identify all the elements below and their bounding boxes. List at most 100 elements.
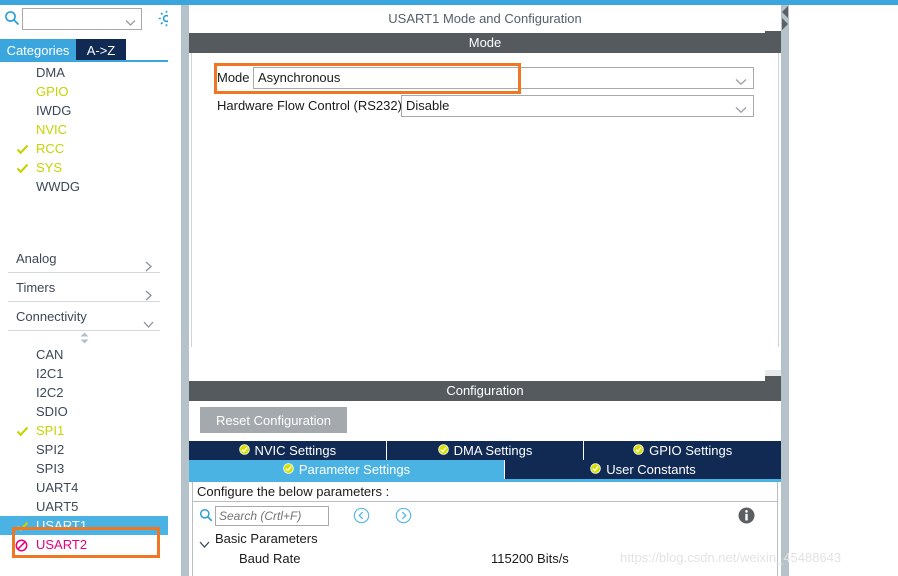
group-label: Connectivity — [16, 309, 87, 324]
tab-parameter-settings-label: Parameter Settings — [298, 462, 411, 477]
tab-categories-label: Categories — [6, 42, 70, 58]
gear-icon — [158, 10, 168, 27]
sidebar-item-dma[interactable]: DMA — [0, 63, 168, 82]
tab-gpio-settings[interactable]: GPIO Settings — [584, 441, 782, 460]
check-badge-icon — [590, 462, 601, 477]
horizontal-splitter[interactable] — [189, 347, 781, 381]
configuration-header-edge-accent — [765, 376, 781, 396]
check-icon — [16, 142, 29, 155]
sidebar-item-spi1[interactable]: SPI1 — [0, 421, 168, 440]
hardware-flow-control-select[interactable]: Disable — [401, 95, 754, 117]
mode-header-edge-accent — [765, 31, 781, 51]
sidebar-item-i2c1[interactable]: I2C1 — [0, 364, 168, 383]
tab-dma-settings[interactable]: DMA Settings — [386, 441, 585, 460]
sidebar-splitter[interactable] — [181, 5, 189, 576]
sidebar-item-sdio[interactable]: SDIO — [0, 402, 168, 421]
configuration-main-panel: USART1 Mode and Configuration Mode Mode … — [189, 5, 782, 576]
search-icon — [4, 10, 20, 26]
peripheral-label: I2C1 — [36, 366, 64, 381]
peripheral-label: NVIC — [36, 122, 68, 137]
parameter-search-input[interactable] — [215, 506, 329, 526]
check-icon — [16, 424, 29, 437]
peripheral-label: SPI2 — [36, 442, 65, 457]
hardware-flow-control-value: Disable — [406, 98, 450, 113]
sidebar-item-can[interactable]: CAN — [0, 345, 168, 364]
peripheral-label: SPI3 — [36, 461, 65, 476]
mode-label: Mode — [217, 70, 250, 85]
hardware-flow-control-row: Hardware Flow Control (RS232) Disable — [192, 95, 778, 117]
peripheral-label: USART1 — [36, 518, 88, 533]
sidebar-group-connectivity[interactable]: Connectivity — [8, 302, 160, 331]
group-label: Timers — [16, 280, 56, 295]
mode-row: Mode Asynchronous — [192, 67, 778, 89]
tab-a-to-z[interactable]: A->Z — [76, 39, 126, 61]
previous-match-button[interactable] — [353, 507, 370, 527]
tab-user-constants[interactable]: User Constants — [505, 460, 781, 479]
list-scroll-arrows[interactable] — [0, 331, 168, 345]
group-label: Analog — [16, 251, 57, 266]
configuration-tabs-row-1: NVIC Settings DMA Settings GPIO Settings — [189, 441, 782, 460]
sidebar-item-rcc[interactable]: RCC — [0, 139, 168, 158]
tree-label: Basic Parameters — [215, 531, 318, 546]
check-badge-icon — [437, 443, 449, 458]
sidebar-item-nvic[interactable]: NVIC — [0, 120, 168, 139]
sidebar-item-usart1[interactable]: USART1 — [0, 516, 168, 535]
parameter-settings-body: Configure the below parameters : Search … — [192, 482, 778, 576]
page-title: USART1 Mode and Configuration — [189, 5, 781, 33]
sidebar-item-usart2[interactable]: USART2 — [0, 535, 168, 554]
configure-parameters-label: Configure the below parameters : — [193, 482, 777, 502]
configuration-section-header: Configuration — [189, 381, 781, 401]
mode-section-header: Mode — [189, 33, 781, 53]
sidebar-settings-button[interactable] — [157, 9, 168, 28]
chevron-down-icon — [735, 102, 747, 114]
sidebar-search-combo[interactable] — [22, 8, 142, 30]
next-match-button[interactable] — [395, 507, 412, 527]
right-splitter[interactable] — [781, 5, 789, 576]
cubemx-window: Categories A->Z DMA GPIO IWDG NVIC RCC S… — [0, 0, 898, 576]
sidebar-item-iwdg[interactable]: IWDG — [0, 101, 168, 120]
tree-row-basic-parameters[interactable]: Basic Parameters — [193, 529, 777, 549]
check-badge-icon — [633, 443, 644, 458]
sidebar-group-analog[interactable]: Analog — [8, 244, 160, 273]
forbidden-icon — [15, 538, 28, 552]
peripheral-label: GPIO — [36, 84, 69, 99]
configuration-section: Configuration Reset Configuration NVIC S… — [189, 381, 782, 576]
tab-a-to-z-label: A->Z — [86, 42, 116, 58]
peripheral-label: UART4 — [36, 480, 79, 495]
right-empty-pane — [789, 5, 898, 576]
tab-nvic-settings[interactable]: NVIC Settings — [189, 441, 387, 460]
hardware-flow-control-label: Hardware Flow Control (RS232) — [217, 98, 402, 113]
sidebar-tab-underline — [0, 60, 168, 62]
tab-nvic-settings-label: NVIC Settings — [254, 443, 337, 458]
sidebar-item-spi3[interactable]: SPI3 — [0, 459, 168, 478]
tab-parameter-settings[interactable]: Parameter Settings — [189, 460, 505, 479]
mode-select-value: Asynchronous — [258, 70, 341, 85]
peripheral-label: SDIO — [36, 404, 68, 419]
tab-gpio-settings-label: GPIO Settings — [649, 443, 733, 458]
tab-dma-settings-label: DMA Settings — [453, 443, 533, 458]
sidebar-item-i2c2[interactable]: I2C2 — [0, 383, 168, 402]
reset-configuration-button[interactable]: Reset Configuration — [200, 407, 347, 433]
sidebar-group-timers[interactable]: Timers — [8, 273, 160, 302]
sidebar-item-uart4[interactable]: UART4 — [0, 478, 168, 497]
sidebar-item-sys[interactable]: SYS — [0, 158, 168, 177]
tab-categories[interactable]: Categories — [0, 39, 76, 61]
peripheral-label: CAN — [36, 347, 64, 362]
configuration-toolbar: Reset Configuration — [189, 401, 781, 441]
sidebar-item-wwdg[interactable]: WWDG — [0, 177, 168, 196]
mode-select[interactable]: Asynchronous — [253, 67, 754, 89]
peripheral-label: IWDG — [36, 103, 72, 118]
check-badge-icon — [238, 443, 250, 458]
sidebar-item-spi2[interactable]: SPI2 — [0, 440, 168, 459]
sidebar-item-gpio[interactable]: GPIO — [0, 82, 168, 101]
tree-label: Baud Rate — [239, 551, 301, 566]
info-icon[interactable] — [737, 506, 756, 528]
chevron-right-icon — [143, 282, 154, 301]
tree-value: 115200 Bits/s — [491, 551, 569, 566]
sidebar-tab-bar: Categories A->Z — [0, 39, 168, 61]
peripheral-label: RCC — [36, 141, 65, 156]
tree-row-baud-rate[interactable]: Baud Rate 115200 Bits/s — [193, 549, 777, 569]
peripheral-label: I2C2 — [36, 385, 64, 400]
sidebar-item-uart5[interactable]: UART5 — [0, 497, 168, 516]
